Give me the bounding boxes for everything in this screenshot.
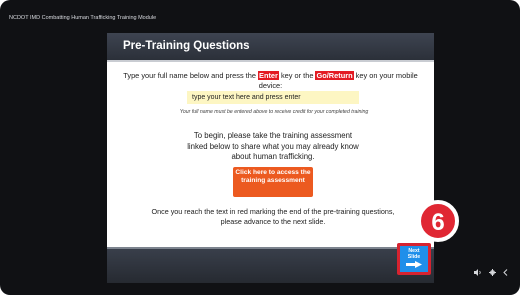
name-entry-field[interactable]: type your text here and press enter — [187, 91, 359, 104]
module-title: NCDOT IMD Combatting Human Trafficking T… — [9, 15, 157, 21]
slide-title: Pre-Training Questions — [123, 40, 250, 52]
chevron-left-icon[interactable] — [503, 269, 508, 276]
step-number: 6 — [431, 209, 444, 236]
gear-icon[interactable] — [489, 269, 496, 276]
next-slide-button[interactable]: Next Slide — [397, 243, 431, 275]
advance-instruction: Once you reach the text in red marking t… — [151, 207, 395, 226]
credit-note: Your full name must be entered above to … — [179, 109, 369, 115]
begin-text: To begin, please take the training asses… — [187, 131, 359, 161]
go-return-key-highlight: Go/Return — [315, 71, 354, 80]
enter-key-highlight: Enter — [258, 71, 279, 80]
access-assessment-button[interactable]: Click here to access the training assess… — [233, 167, 313, 197]
slide-footer — [107, 247, 434, 283]
footer-divider — [107, 247, 434, 249]
slide: Pre-Training Questions Type your full na… — [107, 33, 434, 283]
volume-icon[interactable] — [474, 269, 482, 276]
instruction-part-1: Type your full name below and press the — [123, 71, 259, 80]
instruction-text: Type your full name below and press the … — [115, 71, 426, 91]
header-divider — [107, 60, 434, 62]
player-window: NCDOT IMD Combatting Human Trafficking T… — [0, 0, 520, 295]
instruction-part-2: key or the — [278, 71, 316, 80]
slide-label: Slide — [407, 254, 421, 260]
slide-header: Pre-Training Questions — [107, 33, 434, 60]
arrow-right-icon — [406, 261, 422, 268]
